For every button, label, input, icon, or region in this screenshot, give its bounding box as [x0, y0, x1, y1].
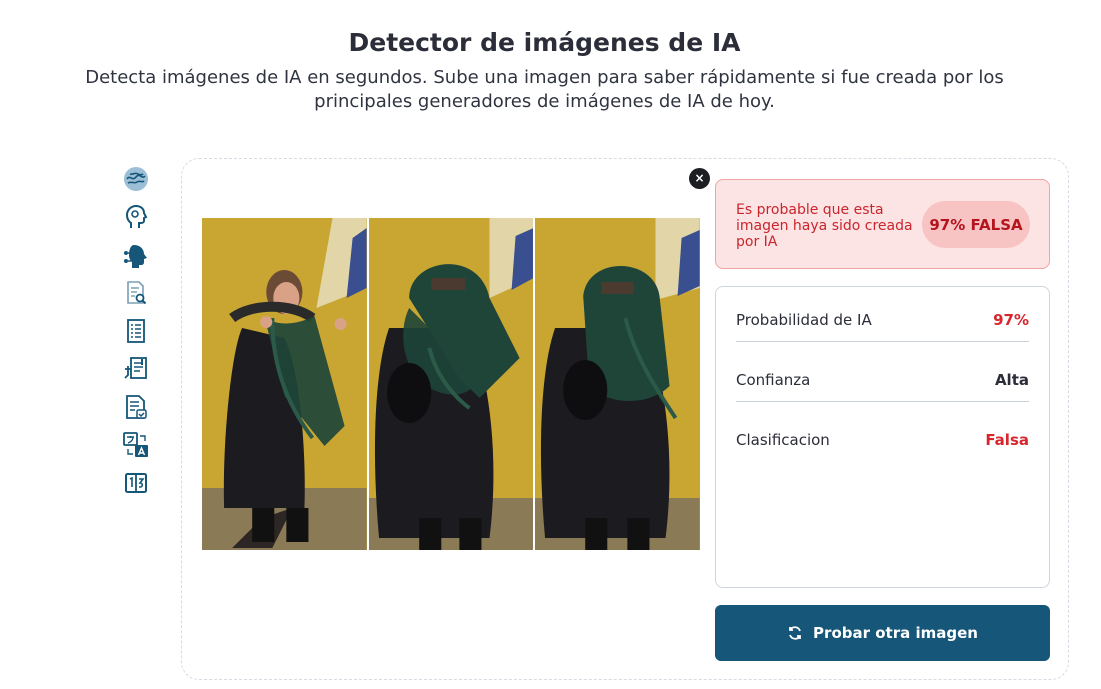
- word-counter-icon[interactable]: [120, 467, 152, 499]
- image-panel: [535, 218, 701, 550]
- checklist-icon[interactable]: [120, 315, 152, 347]
- image-panel: [368, 218, 534, 550]
- brain-icon[interactable]: [120, 163, 152, 195]
- stat-label: Confianza: [736, 371, 811, 389]
- document-check-icon[interactable]: [120, 391, 152, 423]
- photo-graphic: [202, 218, 367, 550]
- stat-value: 97%: [993, 311, 1029, 329]
- try-another-image-label: Probar otra imagen: [813, 624, 978, 642]
- verdict-alert: Es probable que esta imagen haya sido cr…: [715, 179, 1050, 269]
- divider: [736, 401, 1029, 402]
- document-search-icon[interactable]: [120, 277, 152, 309]
- try-another-image-button[interactable]: Probar otra imagen: [715, 605, 1050, 661]
- remove-image-button[interactable]: ×: [689, 168, 710, 189]
- divider: [736, 341, 1029, 342]
- image-panel: [202, 218, 367, 550]
- page-title: Detector de imágenes de IA: [348, 28, 741, 57]
- result-stats-panel: Probabilidad de IA 97% Confianza Alta Cl…: [715, 286, 1050, 588]
- translate-icon[interactable]: [120, 429, 152, 461]
- verdict-message: Es probable que esta imagen haya sido cr…: [736, 202, 913, 250]
- uploaded-image: [202, 218, 701, 550]
- ai-head-icon[interactable]: [120, 201, 152, 233]
- stat-label: Probabilidad de IA: [736, 311, 872, 329]
- ai-circuit-head-icon[interactable]: [120, 239, 152, 271]
- photo-graphic: [535, 218, 701, 550]
- stat-classification: Clasificacion Falsa: [736, 411, 1029, 469]
- stat-label: Clasificacion: [736, 431, 830, 449]
- stat-value: Alta: [994, 371, 1029, 389]
- refresh-icon: [789, 626, 801, 640]
- plagiarism-check-icon[interactable]: [120, 353, 152, 385]
- verdict-badge: 97% FALSA: [922, 201, 1030, 248]
- photo-graphic: [368, 218, 534, 550]
- page-subtitle: Detecta imágenes de IA en segundos. Sube…: [85, 67, 1004, 112]
- stat-value: Falsa: [985, 431, 1029, 449]
